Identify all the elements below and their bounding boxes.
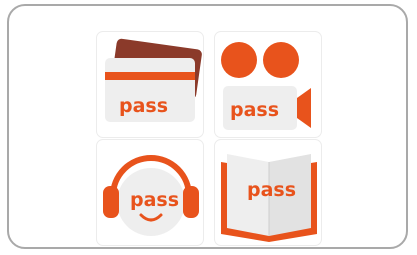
headphones-pass-icon: pass: [103, 155, 199, 236]
book-pass-icon: pass: [221, 154, 317, 242]
card-pass-label: pass: [119, 95, 168, 117]
pass-icon-grid: pass pass pass pass: [96, 31, 322, 247]
video-pass-icon: pass: [221, 42, 311, 130]
card-pass-tile[interactable]: pass: [96, 31, 204, 138]
video-pass-label: pass: [230, 99, 279, 121]
video-pass-tile[interactable]: pass: [214, 31, 322, 138]
music-pass-tile[interactable]: pass: [96, 139, 204, 246]
music-pass-label: pass: [130, 189, 179, 211]
book-pass-label: pass: [247, 179, 296, 201]
book-pass-tile[interactable]: pass: [214, 139, 322, 246]
card-pass-icon: pass: [105, 38, 202, 122]
